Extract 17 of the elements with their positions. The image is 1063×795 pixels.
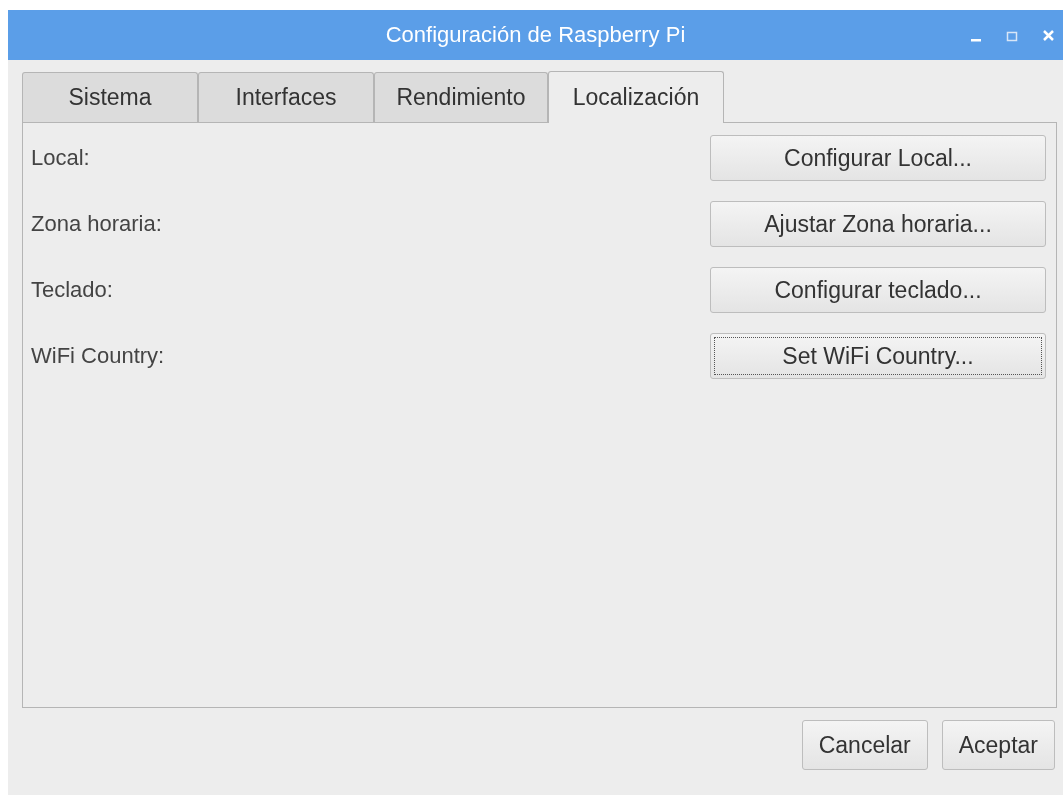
- dialog-button[interactable]: Cancelar: [801, 720, 928, 770]
- tab[interactable]: Rendimiento: [374, 72, 548, 122]
- setting-label: WiFi Country:: [31, 343, 165, 369]
- tab[interactable]: Interfaces: [198, 72, 374, 122]
- setting-button[interactable]: Set WiFi Country...: [710, 333, 1046, 379]
- tab[interactable]: Sistema: [22, 72, 198, 122]
- maximize-icon[interactable]: [1006, 29, 1018, 42]
- setting-label: Teclado:: [31, 277, 113, 303]
- setting-label: Local:: [31, 145, 90, 171]
- dialog-button[interactable]: Aceptar: [941, 720, 1055, 770]
- setting-button[interactable]: Configurar Local...: [710, 135, 1046, 181]
- setting-button[interactable]: Configurar teclado...: [710, 267, 1046, 313]
- setting-button[interactable]: Ajustar Zona horaria...: [710, 201, 1046, 247]
- setting-label: Zona horaria:: [31, 211, 162, 237]
- window-title: Configuración de Raspberry Pi: [385, 22, 686, 48]
- tab[interactable]: Localización: [548, 71, 724, 123]
- close-icon[interactable]: [1042, 29, 1055, 42]
